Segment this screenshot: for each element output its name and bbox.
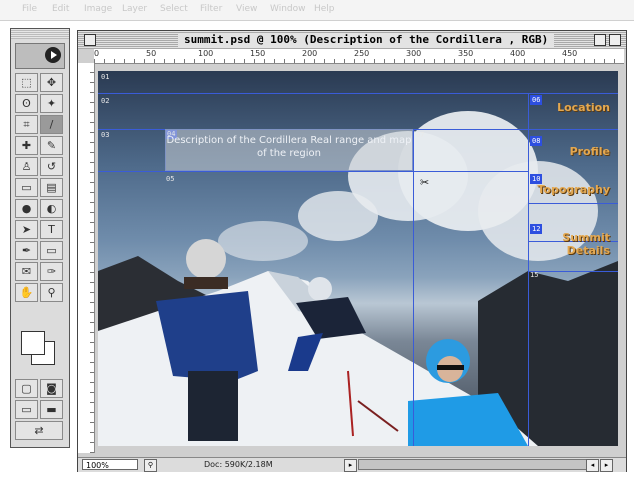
close-box[interactable] xyxy=(84,34,96,46)
slice-number: 15 xyxy=(530,271,539,279)
document-title: summit.psd @ 100% (Description of the Co… xyxy=(178,33,555,47)
menu-view[interactable]: View xyxy=(236,4,257,14)
slice-number: 01 xyxy=(101,73,110,81)
slice-line xyxy=(528,93,529,446)
document-window: summit.psd @ 100% (Description of the Co… xyxy=(77,30,627,472)
clone-stamp-tool[interactable]: ♙ xyxy=(15,157,38,176)
slice-line xyxy=(98,171,528,172)
slice-number: 07 xyxy=(416,131,425,139)
screen-mode-standard-button[interactable]: ▭ xyxy=(15,400,38,419)
menu-layer[interactable]: Layer xyxy=(122,4,147,14)
slice-line xyxy=(413,129,414,446)
jump-to-imageready-button[interactable]: ⇄ xyxy=(15,421,63,440)
dodge-tool[interactable]: ◐ xyxy=(40,199,63,218)
ruler-tick-label: 450 xyxy=(562,49,578,58)
toolbox-titlebar[interactable] xyxy=(11,29,69,39)
screen-mode-full-button[interactable]: ▬ xyxy=(40,400,63,419)
ruler-tick-label: 400 xyxy=(510,49,526,58)
slice-cursor-icon: ✂ xyxy=(420,176,430,189)
ruler-tick-label: 300 xyxy=(406,49,422,58)
blur-tool[interactable]: ● xyxy=(15,199,38,218)
gradient-tool[interactable]: ▤ xyxy=(40,178,63,197)
history-brush-tool[interactable]: ↺ xyxy=(40,157,63,176)
slice-line xyxy=(528,203,618,204)
ruler-tick-label: 0 xyxy=(94,49,100,58)
horizontal-ruler: 0 50 100 150 200 250 300 350 400 450 xyxy=(94,49,624,64)
eraser-tool[interactable]: ▭ xyxy=(15,178,38,197)
menu-window[interactable]: Window xyxy=(270,4,306,14)
ruler-tick-label: 350 xyxy=(458,49,474,58)
nav-profile[interactable]: Profile xyxy=(536,145,610,158)
mountain-scene xyxy=(98,239,618,446)
crop-tool[interactable]: ⌗ xyxy=(15,115,38,134)
title-bar[interactable]: summit.psd @ 100% (Description of the Co… xyxy=(78,31,626,49)
foreground-color-swatch[interactable] xyxy=(21,331,45,355)
horizontal-scrollbar[interactable] xyxy=(358,459,598,470)
zoom-tool[interactable]: ⚲ xyxy=(40,283,63,302)
path-select-tool[interactable]: ➤ xyxy=(15,220,38,239)
slice-line xyxy=(528,271,618,272)
ruler-tick-label: 150 xyxy=(250,49,266,58)
slice-line xyxy=(98,93,618,94)
scroll-left-icon[interactable]: ◂ xyxy=(586,459,599,472)
zoom-field[interactable]: 100% xyxy=(82,459,138,470)
menu-image[interactable]: Image xyxy=(84,4,112,14)
scroll-right-icon[interactable]: ▸ xyxy=(600,459,613,472)
lasso-tool[interactable]: ʘ xyxy=(15,94,38,113)
document-size-info[interactable]: Doc: 590K/2.18M xyxy=(204,460,273,469)
ruler-tick-label: 250 xyxy=(354,49,370,58)
zoom-box[interactable] xyxy=(594,34,606,46)
menu-filter[interactable]: Filter xyxy=(200,4,222,14)
zoom-icon[interactable]: ⚲ xyxy=(144,459,157,472)
ruler-tick-label: 50 xyxy=(146,49,157,58)
menu-help[interactable]: Help xyxy=(314,4,335,14)
hand-tool[interactable]: ✋ xyxy=(15,283,38,302)
healing-brush-tool[interactable]: ✚ xyxy=(15,136,38,155)
nav-location[interactable]: Location xyxy=(536,101,610,114)
menu-file[interactable]: File xyxy=(22,4,37,14)
nav-topography[interactable]: Topography xyxy=(536,183,610,196)
standard-mode-button[interactable]: ▢ xyxy=(15,379,38,398)
brush-tool[interactable]: ✎ xyxy=(40,136,63,155)
type-tool[interactable]: T xyxy=(40,220,63,239)
play-icon xyxy=(45,47,61,63)
menu-bar: File Edit Image Layer Select Filter View… xyxy=(0,0,634,21)
shape-tool[interactable]: ▭ xyxy=(40,241,63,260)
photoshop-logo-button[interactable] xyxy=(15,43,65,69)
vertical-ruler xyxy=(78,63,95,453)
collapse-box[interactable] xyxy=(609,34,621,46)
ruler-tick-label: 200 xyxy=(302,49,318,58)
marquee-tool[interactable]: ⬚ xyxy=(15,73,38,92)
menu-edit[interactable]: Edit xyxy=(52,4,69,14)
nav-summit-details[interactable]: Summit Details xyxy=(550,231,610,257)
slice-number: 03 xyxy=(101,131,110,139)
slice-number: 05 xyxy=(166,175,175,183)
description-text-slice: Description of the Cordillera Real range… xyxy=(165,129,413,171)
slice-tag[interactable]: 12 xyxy=(530,224,543,234)
ruler-tick-label: 100 xyxy=(198,49,214,58)
move-tool[interactable]: ✥ xyxy=(40,73,63,92)
magic-wand-tool[interactable]: ✦ xyxy=(40,94,63,113)
image-canvas[interactable]: 01 02 03 05 07 15 04 06 08 10 12 Descrip… xyxy=(98,71,618,446)
info-menu-arrow-icon[interactable]: ▸ xyxy=(344,459,357,472)
slice-number: 02 xyxy=(101,97,110,105)
slice-tool[interactable]: / xyxy=(40,115,63,134)
quick-mask-button[interactable]: ◙ xyxy=(40,379,63,398)
pen-tool[interactable]: ✒ xyxy=(15,241,38,260)
status-bar: 100% ⚲ Doc: 590K/2.18M ▸ ◂ ▸ xyxy=(78,457,626,472)
toolbox: ⬚ ✥ ʘ ✦ ⌗ / ✚ ✎ ♙ ↺ ▭ ▤ ● ◐ ➤ T ✒ ▭ ✉ ✑ … xyxy=(10,28,70,448)
eyedropper-tool[interactable]: ✑ xyxy=(40,262,63,281)
menu-select[interactable]: Select xyxy=(160,4,188,14)
notes-tool[interactable]: ✉ xyxy=(15,262,38,281)
